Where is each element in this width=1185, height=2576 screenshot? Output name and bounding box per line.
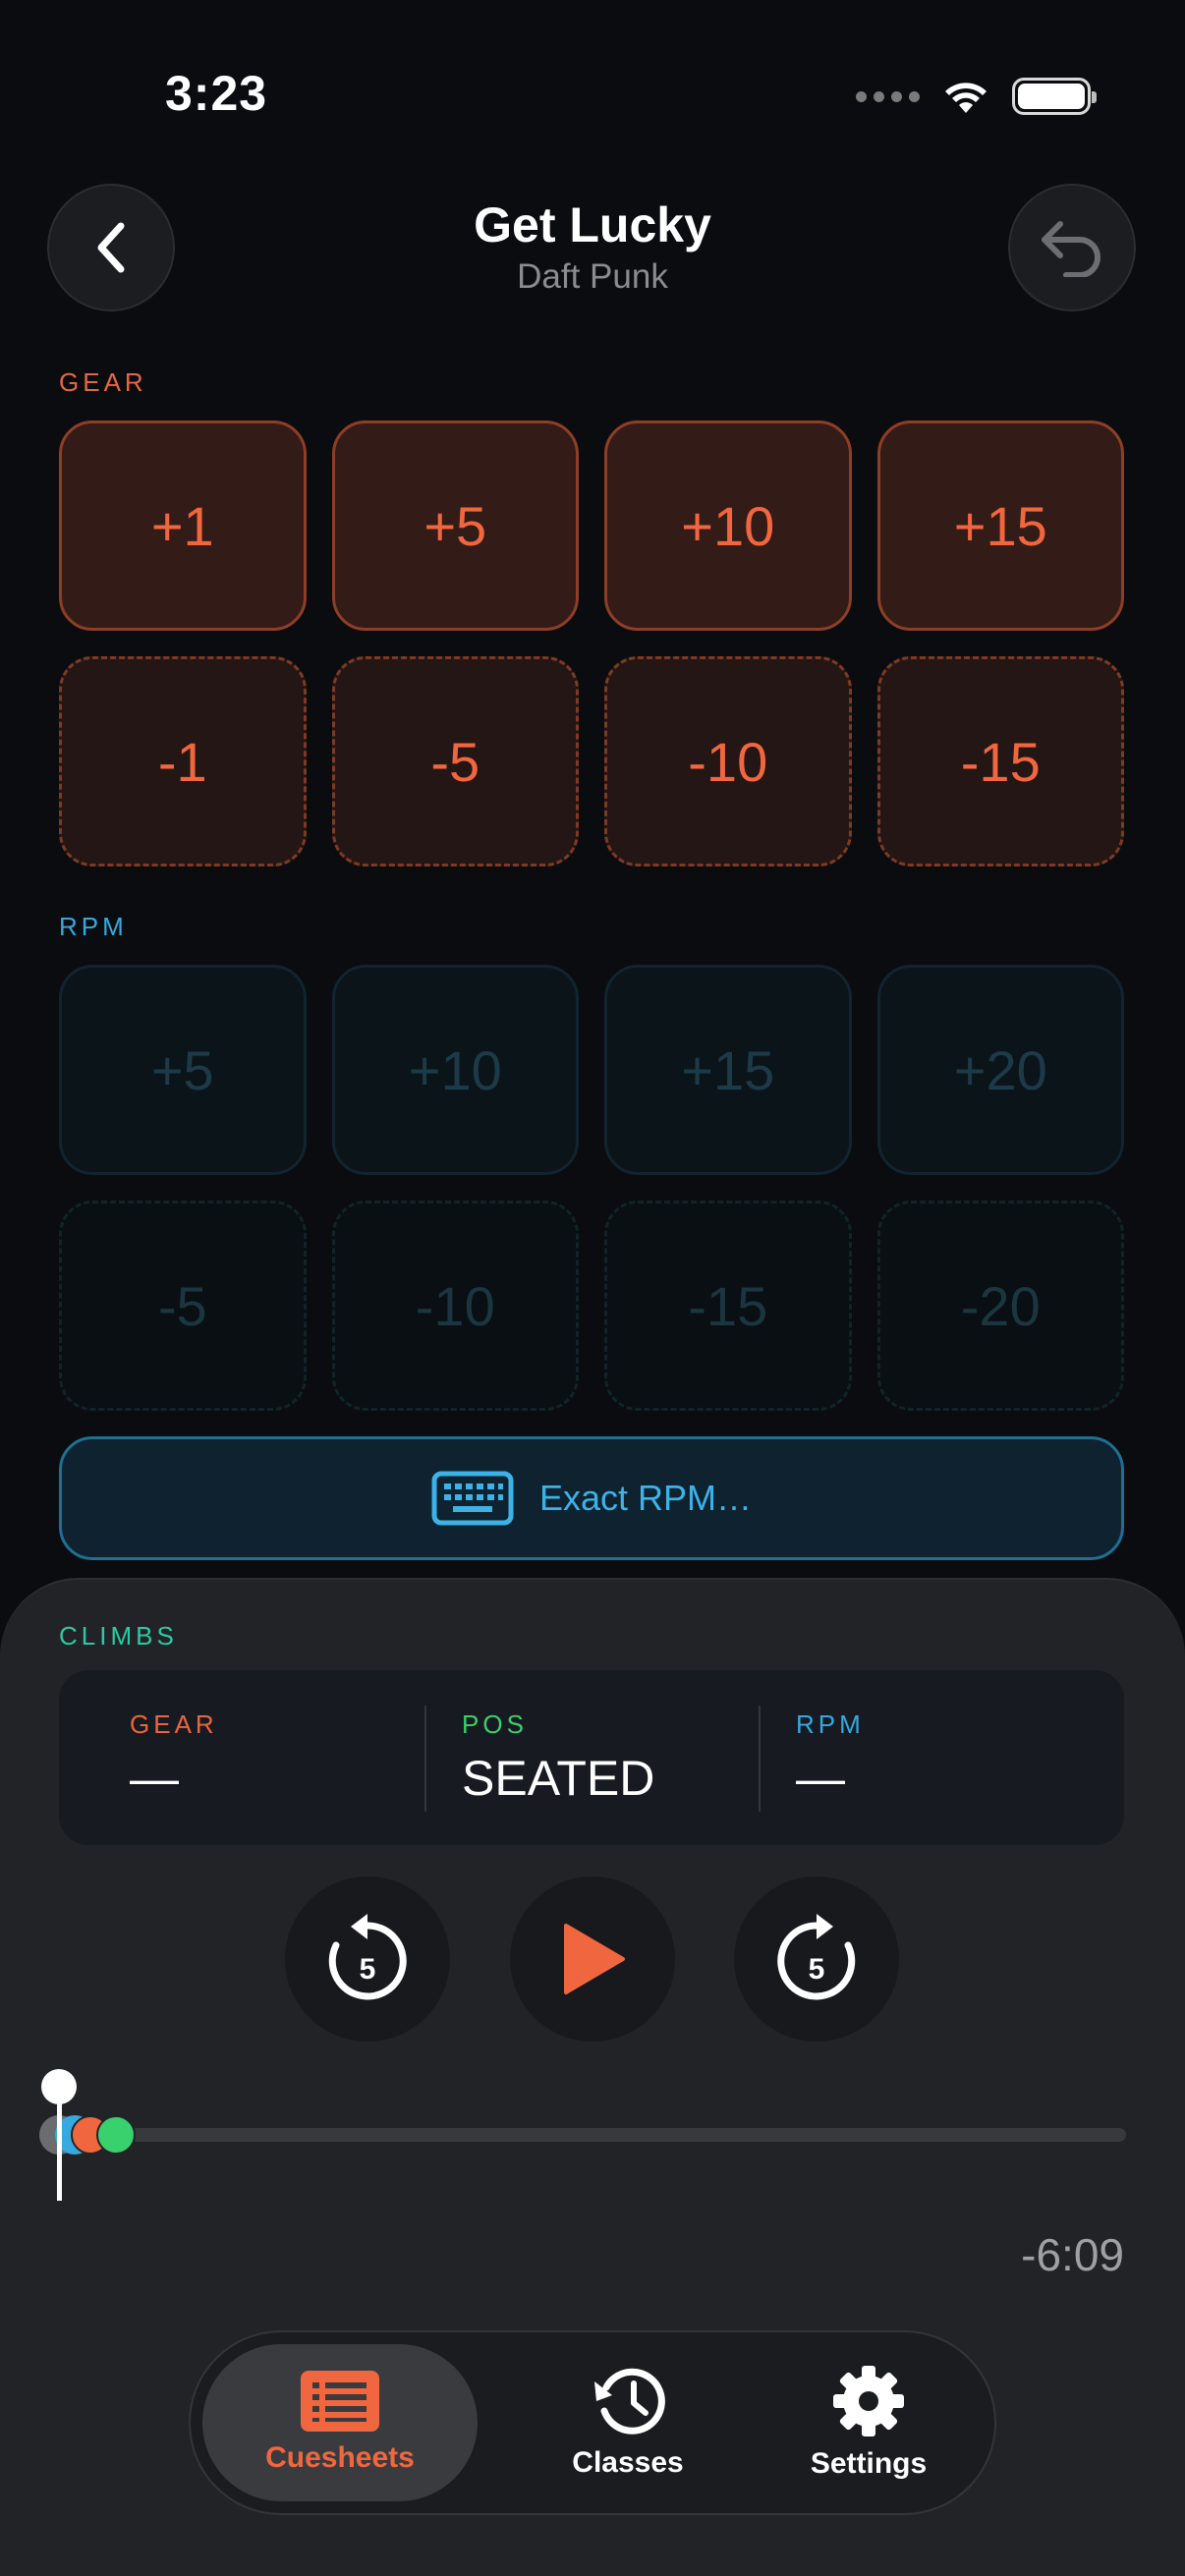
- gear-minus-5-button[interactable]: -5: [331, 656, 579, 867]
- cue-marker-position[interactable]: [96, 2115, 136, 2155]
- gear-minus-10-button[interactable]: -10: [604, 656, 852, 867]
- status-time: 3:23: [165, 66, 268, 121]
- gear-plus-10-button[interactable]: +10: [604, 420, 852, 631]
- battery-icon: [1012, 78, 1097, 115]
- play-button[interactable]: [510, 1876, 675, 2042]
- timeline-track[interactable]: [39, 2128, 1126, 2142]
- rpm-increase-row: +5 +10 +15 +20: [59, 965, 1124, 1175]
- tab-settings[interactable]: Settings: [761, 2344, 977, 2501]
- tab-classes-label: Classes: [572, 2446, 684, 2479]
- gear-minus-15-button[interactable]: -15: [876, 656, 1124, 867]
- rpm-minus-10-button[interactable]: -10: [331, 1201, 579, 1411]
- climb-metrics-card: GEAR — POS SEATED RPM —: [59, 1670, 1124, 1845]
- undo-icon: [1042, 221, 1100, 277]
- gear-decrease-row: -1 -5 -10 -15: [59, 656, 1124, 867]
- rpm-plus-15-button[interactable]: +15: [604, 965, 852, 1175]
- play-icon: [564, 1924, 625, 1994]
- gear-plus-5-button[interactable]: +5: [331, 420, 579, 631]
- rewind-seconds-text: 5: [360, 1953, 376, 1986]
- rpm-metric-label: RPM: [796, 1709, 865, 1739]
- climbs-section-label: CLIMBS: [59, 1621, 178, 1651]
- rpm-minus-5-button[interactable]: -5: [59, 1201, 307, 1411]
- tab-classes[interactable]: Classes: [505, 2344, 751, 2501]
- gear-minus-1-button[interactable]: -1: [59, 656, 307, 867]
- wifi-icon: [945, 83, 987, 113]
- tab-cuesheets[interactable]: Cuesheets: [202, 2344, 478, 2501]
- rpm-plus-5-button[interactable]: +5: [59, 965, 307, 1175]
- gear-metric-value: —: [130, 1751, 179, 1806]
- list-icon: [301, 2371, 379, 2432]
- playhead-handle[interactable]: [41, 2069, 77, 2104]
- exact-rpm-button[interactable]: Exact RPM…: [59, 1436, 1124, 1560]
- tab-cuesheets-label: Cuesheets: [265, 2441, 415, 2474]
- time-remaining: -6:09: [1021, 2229, 1124, 2280]
- undo-button[interactable]: [1008, 184, 1136, 311]
- rpm-minus-15-button[interactable]: -15: [604, 1201, 852, 1411]
- rpm-metric-value: —: [796, 1751, 845, 1806]
- history-icon: [594, 2368, 665, 2435]
- forward-5-icon: 5: [777, 1914, 856, 2000]
- rpm-plus-20-button[interactable]: +20: [876, 965, 1124, 1175]
- status-icons: [856, 71, 1097, 122]
- rewind-5-button[interactable]: 5: [285, 1876, 450, 2042]
- forward-seconds-text: 5: [809, 1953, 825, 1986]
- position-metric-value: SEATED: [462, 1751, 655, 1806]
- gear-plus-15-button[interactable]: +15: [876, 420, 1124, 631]
- metric-divider: [424, 1706, 426, 1812]
- screen: 3:23 Get Lucky Daft Punk GEAR +1 +5 +10 …: [0, 0, 1185, 2576]
- position-metric: POS SEATED: [462, 1709, 654, 1807]
- rpm-metric: RPM —: [796, 1709, 865, 1807]
- forward-5-button[interactable]: 5: [734, 1876, 899, 2042]
- gear-metric: GEAR —: [130, 1709, 218, 1807]
- position-metric-label: POS: [462, 1709, 528, 1739]
- gear-section-label: GEAR: [59, 367, 147, 397]
- rpm-decrease-row: -5 -10 -15 -20: [59, 1201, 1124, 1411]
- metric-divider: [759, 1706, 761, 1812]
- gear-increase-row: +1 +5 +10 +15: [59, 420, 1124, 631]
- rpm-section-label: RPM: [59, 912, 128, 941]
- exact-rpm-label: Exact RPM…: [538, 1478, 753, 1518]
- tab-bar: Cuesheets Classes Settings: [189, 2330, 996, 2515]
- tab-settings-label: Settings: [810, 2447, 928, 2480]
- gear-plus-1-button[interactable]: +1: [59, 420, 307, 631]
- keyboard-icon: [431, 1471, 514, 1526]
- rpm-plus-10-button[interactable]: +10: [331, 965, 579, 1175]
- gear-icon: [833, 2366, 904, 2436]
- rpm-minus-20-button[interactable]: -20: [876, 1201, 1124, 1411]
- cellular-signal-icon: [856, 90, 920, 102]
- gear-metric-label: GEAR: [130, 1709, 218, 1739]
- song-artist: Daft Punk: [517, 257, 668, 296]
- rewind-5-icon: 5: [328, 1914, 407, 2000]
